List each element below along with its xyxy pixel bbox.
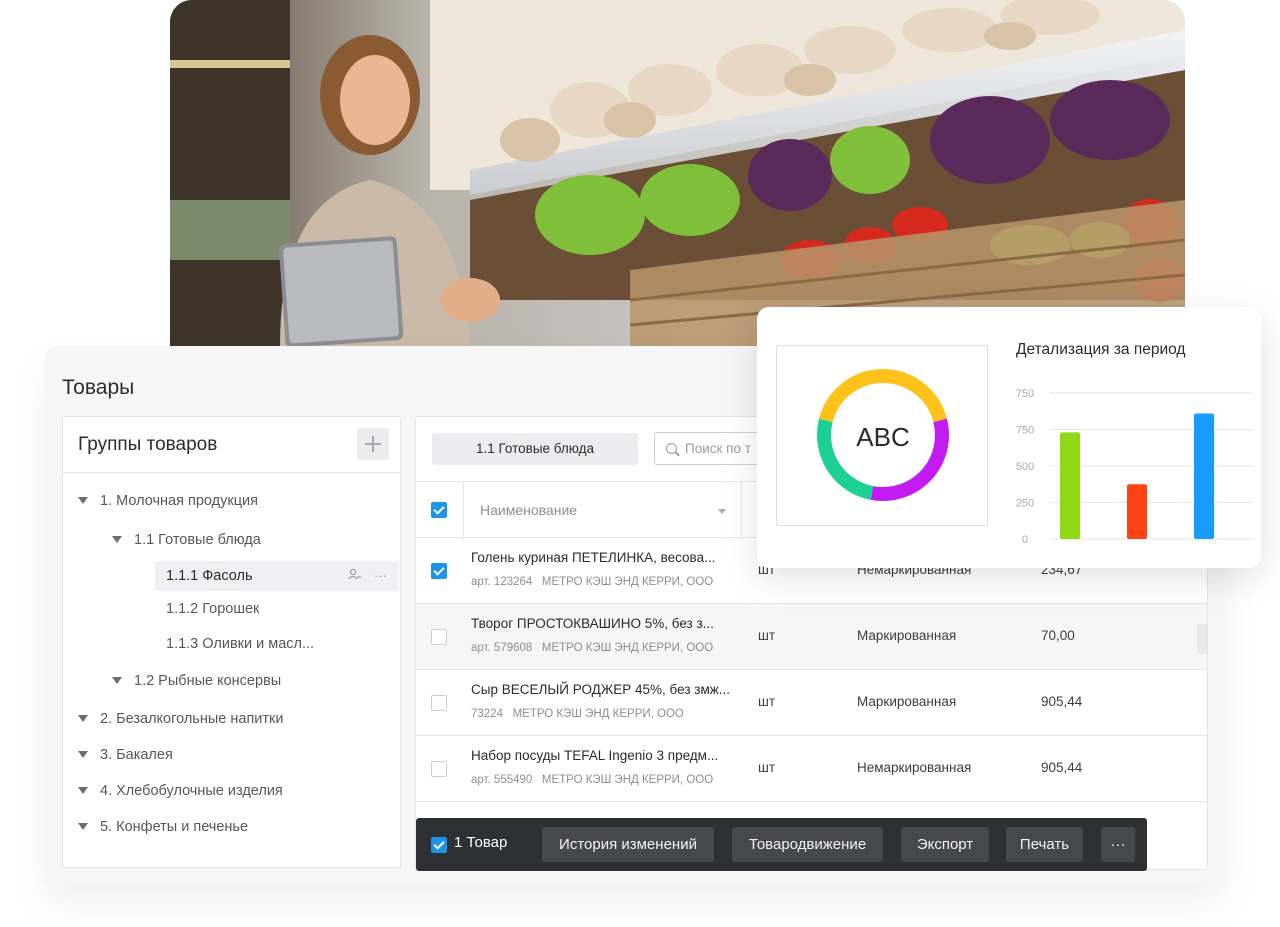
print-button[interactable]: Печать: [1006, 827, 1083, 862]
row-checkbox[interactable]: [431, 695, 447, 711]
goods-movement-button[interactable]: Товародвижение: [732, 827, 883, 862]
tree-item-label: 1.1.2 Горошек: [166, 601, 260, 617]
product-marking: Немаркированная: [857, 760, 972, 775]
row-checkbox[interactable]: [431, 563, 447, 579]
tree-item-bakery[interactable]: 4. Хлебобулочные изделия: [78, 776, 283, 806]
product-name: Голень куриная ПЕТЕЛИНКА, весова...: [471, 550, 716, 565]
tree-item-dairy[interactable]: 1. Молочная продукция: [78, 486, 258, 516]
scrollbar-thumb[interactable]: [1197, 624, 1207, 654]
hero-photo: [170, 0, 1185, 346]
tree-item-grocery[interactable]: 3. Бакалея: [78, 740, 173, 770]
groups-header: Группы товаров: [63, 417, 400, 473]
expand-triangle-icon[interactable]: [112, 676, 122, 684]
tree-item-label: 1.1.3 Оливки и масл...: [166, 636, 315, 652]
donut-center-label: ABC: [856, 422, 909, 452]
more-actions-button[interactable]: ···: [1101, 827, 1135, 862]
tree-item-label: 2. Безалкогольные напитки: [100, 711, 284, 727]
donut-svg: ABC: [817, 369, 949, 501]
product-unit: шт: [758, 760, 776, 775]
tree-item-label: 4. Хлебобулочные изделия: [100, 783, 283, 799]
product-article: арт. 123264: [471, 576, 533, 588]
tree-item-label: 1.2 Рыбные консервы: [134, 673, 282, 689]
history-button[interactable]: История изменений: [542, 827, 714, 862]
tree-item-label: 1. Молочная продукция: [100, 493, 258, 509]
tree-item-peas[interactable]: 1.1.2 Горошек: [166, 594, 259, 624]
expand-triangle-icon[interactable]: [78, 750, 88, 758]
selection-action-bar: 1 Товар История изменений Товародвижение…: [416, 818, 1147, 871]
move-icon[interactable]: [348, 561, 362, 591]
more-options-icon[interactable]: ···: [374, 561, 387, 591]
table-row[interactable]: Творог ПРОСТОКВАШИНО 5%, без з... арт. 5…: [416, 604, 1207, 670]
product-marking: Маркированная: [857, 694, 957, 709]
groups-title: Группы товаров: [78, 434, 218, 455]
y-tick-label: 250: [1016, 498, 1034, 510]
expand-triangle-icon[interactable]: [78, 822, 88, 830]
export-button[interactable]: Экспорт: [901, 827, 989, 862]
y-tick-label: 500: [1016, 461, 1034, 473]
product-price: 905,44: [1041, 760, 1083, 775]
analytics-card: ABC Детализация за период 0 250 500 750 750: [757, 307, 1261, 568]
bar-1: [1060, 432, 1080, 539]
sort-dropdown-icon[interactable]: [718, 509, 726, 514]
selected-count: 1 Товар: [454, 834, 508, 851]
product-groups-panel: Группы товаров 1. Молочная продукция 1.1…: [62, 416, 401, 868]
product-price: 70,00: [1041, 628, 1075, 643]
product-article: арт. 579608: [471, 642, 533, 654]
expand-triangle-icon[interactable]: [112, 535, 122, 543]
tree-item-soft-drinks[interactable]: 2. Безалкогольные напитки: [78, 704, 284, 734]
product-name: Набор посуды TEFAL Ingenio 3 предм...: [471, 748, 719, 763]
expand-triangle-icon[interactable]: [78, 496, 88, 504]
tree-item-olives[interactable]: 1.1.3 Оливки и масл...: [166, 629, 314, 659]
select-all-checkbox[interactable]: [431, 502, 447, 518]
tree-item-canned-fish[interactable]: 1.2 Рыбные консервы: [112, 666, 281, 696]
tree-item-label: 1.1 Готовые блюда: [134, 532, 261, 548]
tree-item-label: 1.1.1 Фасоль: [166, 568, 253, 584]
product-name: Творог ПРОСТОКВАШИНО 5%, без з...: [471, 616, 714, 631]
breadcrumb[interactable]: 1.1 Готовые блюда: [432, 433, 638, 465]
selection-checkbox[interactable]: [431, 837, 447, 853]
add-group-button[interactable]: [357, 428, 389, 460]
product-supplier: МЕТРО КЭШ ЭНД КЕРРИ, ООО: [541, 774, 714, 786]
tree-item-label: 5. Конфеты и печенье: [100, 819, 249, 835]
table-row[interactable]: Сыр ВЕСЕЛЫЙ РОДЖЕР 45%, без змж... 73224…: [416, 670, 1207, 736]
y-tick-label: 750: [1016, 388, 1034, 400]
column-header-name[interactable]: Наименование: [480, 502, 577, 518]
search-icon: [666, 443, 677, 454]
abc-donut-chart: ABC: [776, 345, 988, 526]
tree-item-beans[interactable]: 1.1.1 Фасоль ···: [155, 561, 399, 591]
table-row[interactable]: Набор посуды TEFAL Ingenio 3 предм... ар…: [416, 736, 1207, 802]
tree-item-sweets[interactable]: 5. Конфеты и печенье: [78, 812, 248, 842]
bar-3: [1194, 413, 1214, 539]
period-bar-chart: 0 250 500 750 750: [1016, 388, 1253, 546]
product-supplier: МЕТРО КЭШ ЭНД КЕРРИ, ООО: [512, 708, 684, 720]
tree-item-ready-meals[interactable]: 1.1 Готовые блюда: [112, 525, 261, 555]
product-supplier: МЕТРО КЭШ ЭНД КЕРРИ, ООО: [541, 576, 714, 588]
search-placeholder: Поиск по т: [685, 441, 751, 456]
product-price: 905,44: [1041, 694, 1083, 709]
donut-segment-a: [819, 369, 947, 423]
y-tick-label: 750: [1016, 425, 1034, 437]
product-supplier: МЕТРО КЭШ ЭНД КЕРРИ, ООО: [541, 642, 714, 654]
product-unit: шт: [758, 628, 776, 643]
product-marking: Маркированная: [857, 628, 957, 643]
expand-triangle-icon[interactable]: [78, 786, 88, 794]
chart-title: Детализация за период: [1016, 341, 1186, 358]
tree-item-label: 3. Бакалея: [100, 747, 173, 763]
product-article: арт. 555490: [471, 774, 533, 786]
bar-2: [1127, 484, 1147, 539]
product-article: 73224: [471, 708, 503, 720]
product-name: Сыр ВЕСЕЛЫЙ РОДЖЕР 45%, без змж...: [471, 682, 731, 697]
product-unit: шт: [758, 694, 776, 709]
page-title: Товары: [62, 376, 135, 399]
y-tick-label: 0: [1022, 534, 1028, 546]
row-checkbox[interactable]: [431, 761, 447, 777]
row-checkbox[interactable]: [431, 629, 447, 645]
expand-triangle-icon[interactable]: [78, 714, 88, 722]
